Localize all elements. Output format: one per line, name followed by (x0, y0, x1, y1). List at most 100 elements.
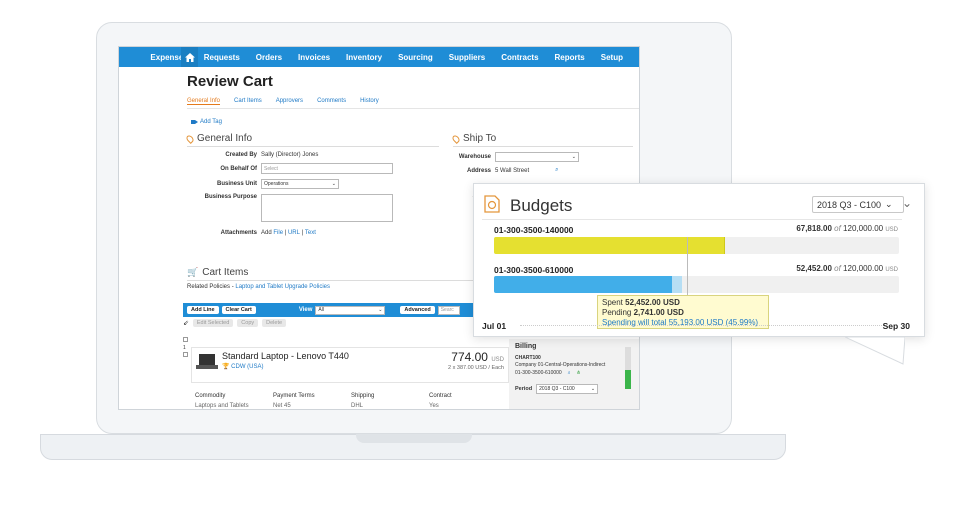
select-all-checkbox[interactable] (183, 337, 188, 342)
item-price-currency: USD (491, 357, 504, 363)
budget-period-select[interactable]: 2018 Q3 - C100 ⌄ (812, 196, 904, 213)
billing-company: Company 01-Central-Operations-Indirect (515, 362, 606, 368)
shipping-header: Shipping (351, 393, 375, 399)
divider (482, 219, 902, 220)
general-info-title: General Info (197, 133, 253, 144)
nav-setup[interactable]: Setup (601, 53, 623, 62)
budgets-title: Budgets (510, 196, 573, 215)
laptop-notch (356, 434, 472, 443)
search-icon[interactable]: ⌕ (555, 167, 558, 174)
line-selectors: 1 (183, 337, 189, 357)
popup-pointer (845, 337, 905, 365)
budgets-popup: Budgets 2018 Q3 - C100 ⌄ ⌄ 01-300-3500-1… (473, 183, 925, 365)
shipping-value: DHL (351, 403, 364, 409)
edit-selected-button[interactable]: Edit Selected (192, 319, 234, 327)
tooltip-will-total: Spending will total 55,193.00 USD (45.99… (602, 318, 759, 327)
view-select[interactable]: All ⌄ (315, 305, 386, 315)
budget-bar-2[interactable] (494, 276, 899, 293)
cart-toolbar: Add Line Clear Cart View All ⌄ Advanced S… (183, 303, 477, 317)
timeline-dots (520, 325, 884, 326)
divider (453, 146, 633, 147)
business-purpose-label: Business Purpose (204, 194, 257, 200)
on-behalf-input[interactable]: Select (261, 163, 393, 174)
add-tag-link[interactable]: Add Tag (191, 119, 222, 125)
budget-spent-1: 67,818.00 (796, 224, 832, 233)
chevron-down-icon: ⌄ (885, 199, 893, 209)
billing-period-value: 2018 Q3 - C100 (539, 386, 575, 392)
nav-orders[interactable]: Orders (256, 53, 282, 62)
payment-terms-value: Net 45 (273, 403, 291, 409)
delete-button[interactable]: Delete (262, 319, 287, 327)
nav-sourcing[interactable]: Sourcing (398, 53, 433, 62)
advanced-button[interactable]: Advanced (400, 306, 435, 314)
collapse-icon[interactable]: ⇙ (183, 319, 189, 327)
tooltip-pending-value: 2,741.00 USD (633, 308, 684, 317)
page-title: Review Cart (187, 73, 273, 90)
tab-cart-items[interactable]: Cart Items (234, 98, 262, 105)
item-quantity: 2 x 387.00 USD / Each (448, 365, 504, 371)
business-unit-select[interactable]: Operations ⌄ (261, 179, 339, 189)
tab-approvers[interactable]: Approvers (276, 98, 303, 105)
axis-start: Jul 01 (482, 321, 507, 331)
search-icon[interactable]: ⌕ (568, 370, 571, 376)
attachments-add-label: Add (261, 230, 272, 236)
cart-items-title: Cart Items (202, 267, 249, 278)
collapse-chevron-icon[interactable]: ⌄ (902, 196, 912, 210)
attach-file-link[interactable]: File (273, 230, 283, 236)
cart-row-actions: ⇙ Edit Selected Copy Delete (183, 319, 287, 327)
payment-terms-header: Payment Terms (273, 393, 315, 399)
add-line-button[interactable]: Add Line (187, 306, 219, 314)
nav-reports[interactable]: Reports (555, 53, 585, 62)
related-policies-link[interactable]: Laptop and Tablet Upgrade Policies (235, 284, 330, 290)
address-label: Address (466, 167, 491, 174)
cart-items-heading: 🛒 Cart Items (187, 267, 487, 278)
tab-history[interactable]: History (360, 98, 379, 105)
view-value: All (318, 307, 324, 313)
budget-total-1: 120,000.00 (843, 224, 884, 233)
nav-invoices[interactable]: Invoices (298, 53, 330, 62)
nav-requests[interactable]: Requests (204, 53, 240, 62)
item-supplier[interactable]: 🏆 CDW (USA) (222, 363, 264, 370)
budget-spent-2: 52,452.00 (796, 264, 832, 273)
attach-text-link[interactable]: Text (305, 230, 316, 236)
copy-button[interactable]: Copy (237, 319, 259, 327)
tab-general-info[interactable]: General Info (187, 98, 221, 105)
nav-contracts[interactable]: Contracts (501, 53, 538, 62)
budget-bar-1-spent (494, 237, 725, 254)
budget-bar-2-spent (494, 276, 673, 293)
clear-cart-button[interactable]: Clear Cart (221, 306, 256, 314)
item-price-value: 774.00 (451, 350, 488, 364)
item-name[interactable]: Standard Laptop - Lenovo T440 (222, 351, 349, 361)
item-details-values: Laptops and Tablets Net 45 DHL Yes (195, 403, 465, 409)
attach-url-link[interactable]: URL (288, 230, 300, 236)
home-button[interactable] (181, 47, 199, 67)
cart-icon: 🛒 (187, 267, 199, 277)
nav-inventory[interactable]: Inventory (346, 53, 382, 62)
split-icon[interactable]: ⋔ (577, 370, 581, 376)
billing-panel: Billing CHART100 Company 01-Central-Oper… (509, 339, 639, 409)
billing-period-select[interactable]: 2018 Q3 - C100 ⌄ (536, 384, 599, 394)
nav-suppliers[interactable]: Suppliers (449, 53, 485, 62)
contract-value: Yes (429, 403, 439, 409)
tab-comments[interactable]: Comments (317, 98, 346, 105)
budget-account-2: 01-300-3500-610000 (494, 265, 574, 275)
view-label: View (298, 307, 313, 313)
business-purpose-textarea[interactable] (261, 194, 393, 222)
budget-amount-2: 52,452.00 of 120,000.00 USD (796, 264, 898, 273)
tooltip-spent-label: Spent (602, 298, 623, 307)
budget-of-2: of (834, 264, 841, 273)
line-checkbox[interactable] (183, 352, 188, 357)
commodity-header: Commodity (195, 393, 226, 399)
budget-total-2: 120,000.00 (843, 264, 884, 273)
add-tag-label: Add Tag (200, 119, 222, 125)
chevron-down-icon: ⌄ (378, 307, 383, 313)
trophy-icon: 🏆 (222, 364, 230, 370)
warehouse-select[interactable]: ⌄ (495, 152, 579, 162)
cart-search-input[interactable]: Searc (437, 305, 460, 315)
budget-bar-1[interactable] (494, 237, 899, 254)
budget-gauge-fill (625, 369, 631, 389)
laptop-image (196, 354, 218, 369)
cart-line-item: Standard Laptop - Lenovo T440 🏆 CDW (USA… (191, 347, 509, 383)
tag-icon (191, 120, 198, 124)
chevron-down-icon: ⌄ (571, 154, 576, 160)
